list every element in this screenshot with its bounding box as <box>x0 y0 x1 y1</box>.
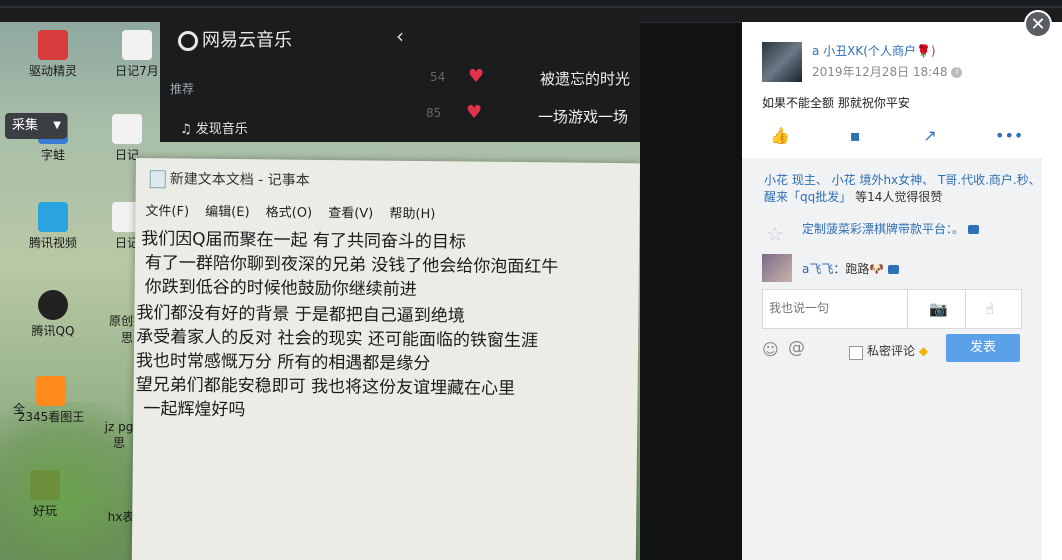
netease-music-icon <box>178 31 198 51</box>
notepad-menu-item: 帮助(H) <box>389 206 436 223</box>
private-checkbox[interactable] <box>849 346 863 360</box>
desktop-icon: 2345看图王 <box>6 376 96 425</box>
notepad-title-text: 新建文本文档 - 记事本 <box>169 171 310 189</box>
author-badge: 🌹) <box>915 44 936 58</box>
desktop-icon: 日记 <box>82 114 172 163</box>
app-icon <box>30 470 60 500</box>
desktop-icon-label: 好玩 <box>32 504 57 518</box>
document-icon <box>112 114 142 144</box>
top-bar-line <box>0 6 1062 8</box>
document-icon <box>122 30 152 60</box>
likes-suffix: 等14人觉得很赞 <box>855 190 943 204</box>
more-icon[interactable]: ••• <box>995 126 1023 146</box>
share-icon[interactable]: ↗ <box>920 126 940 146</box>
song-number: 85 <box>426 106 442 120</box>
notepad-window: 新建文本文档 - 记事本 文件(F) 编辑(E) 格式(O) 查看(V) 帮助(… <box>131 158 640 560</box>
photo-viewer: 驱动精灵 日记7月 字蛙 日记 腾讯视频 日记 腾讯QQ 原创抖思 全 2345… <box>0 22 640 560</box>
chat-icon <box>888 265 900 274</box>
qq-icon <box>38 290 68 320</box>
comment-icon[interactable]: ▪ <box>845 126 865 146</box>
comment-user[interactable]: a飞飞 <box>802 262 833 276</box>
notepad-menu-item: 文件(F) <box>145 204 190 220</box>
send-button[interactable]: 发表 <box>946 334 1020 362</box>
comment-input[interactable] <box>763 290 915 326</box>
avatar[interactable] <box>762 42 802 82</box>
music-menu-item: ♫ 发现音乐 <box>180 122 248 137</box>
at-icon[interactable]: @ <box>788 338 805 358</box>
post-panel: a 小丑XK(个人商户🌹) 2019年12月28日 18:48 i 如果不能全额 … <box>742 22 1062 560</box>
hand-icon[interactable]: ☝ <box>985 300 994 318</box>
chat-icon <box>968 225 980 234</box>
chevron-left-icon: ‹ <box>396 24 404 48</box>
camera-icon[interactable]: 📷 <box>929 300 948 318</box>
desktop-icon: 驱动精灵 <box>8 30 98 79</box>
image-viewer-icon <box>36 376 66 406</box>
notepad-menu-item: 查看(V) <box>328 206 374 222</box>
music-logo: 网易云音乐 <box>178 26 292 52</box>
desktop-icon-label: 思 <box>112 436 125 450</box>
comment-text: ：跑路🐶 <box>833 262 885 276</box>
music-app-window: 网易云音乐 ‹ 推荐 ♫ 发现音乐 54 ♥ 被遗忘的时光 85 ♥ 一场游戏一… <box>160 22 640 142</box>
app-icon <box>38 30 68 60</box>
desktop-icon-label: hx表 <box>107 510 135 524</box>
post-text: 如果不能全额 那就祝你平安 <box>762 96 910 110</box>
post-time-text: 2019年12月28日 18:48 <box>812 65 948 79</box>
notepad-title: 新建文本文档 - 记事本 <box>149 168 310 190</box>
heart-icon: ♥ <box>466 102 483 123</box>
comment-box: 📷 ☝ <box>762 289 1022 329</box>
music-logo-text: 网易云音乐 <box>202 30 292 51</box>
divider <box>907 290 908 328</box>
desktop-icon-label: 腾讯QQ <box>31 324 75 338</box>
notepad-menu: 文件(F) 编辑(E) 格式(O) 查看(V) 帮助(H) <box>145 200 447 222</box>
info-icon[interactable]: i <box>951 67 963 78</box>
collect-label: 采集 <box>12 118 39 133</box>
desktop-icon-label: 驱动精灵 <box>28 64 77 78</box>
private-label: 私密评论 ◆ <box>867 342 928 359</box>
music-section-label: 推荐 <box>170 82 195 96</box>
divider <box>965 290 966 328</box>
private-label-text: 私密评论 <box>867 344 916 358</box>
chevron-down-icon: ▼ <box>53 120 61 131</box>
comment-item: 定制菠菜彩漂棋牌带款平台：。 <box>802 220 980 237</box>
music-menu-label: 发现音乐 <box>195 122 248 137</box>
tencent-video-icon <box>38 202 68 232</box>
comment-avatar[interactable] <box>762 254 792 282</box>
author-name-text: a 小丑XK(个人商户 <box>812 44 916 58</box>
desktop-icon-label: jz pg <box>104 420 134 434</box>
comment-item: a飞飞：跑路🐶 <box>802 260 900 277</box>
diamond-icon: ◆ <box>918 344 929 358</box>
collect-button[interactable]: 采集 ▼ <box>5 113 67 139</box>
top-bar <box>0 0 1062 23</box>
desktop-icon-label: 腾讯视频 <box>28 236 77 250</box>
like-icon[interactable]: 👍 <box>770 126 790 146</box>
notepad-menu-item: 格式(O) <box>265 205 313 221</box>
star-icon: ☆ <box>766 222 784 246</box>
notepad-icon <box>149 170 166 189</box>
comment-text[interactable]: 定制菠菜彩漂棋牌带款平台：。 <box>802 222 964 236</box>
desktop-icon-label: 日记7月 <box>115 64 159 78</box>
action-bar: 👍 ▪ ↗ ••• <box>742 126 1042 152</box>
likes-list: 小花 现主、 小花 境外hx女神、 T哥.代收.商户.秒、 醒来「qq批发」 等… <box>764 172 1042 206</box>
desktop-icon-label: 思 <box>120 331 133 345</box>
post-time: 2019年12月28日 18:48 i <box>812 63 963 80</box>
desktop-icon-label: 字蛙 <box>40 148 65 162</box>
notepad-line: 你跌到低谷的时候他鼓励你继续前进 <box>144 277 417 300</box>
song-title: 一场游戏一场 <box>538 108 629 126</box>
notepad-line: 一起辉煌好吗 <box>143 399 246 421</box>
emoji-icon[interactable]: ☺ <box>762 340 779 359</box>
song-title: 被遗忘的时光 <box>540 70 631 88</box>
close-icon[interactable]: ✕ <box>1024 10 1052 38</box>
notepad-menu-item: 编辑(E) <box>205 204 250 221</box>
author-name[interactable]: a 小丑XK(个人商户🌹) <box>812 42 936 59</box>
song-number: 54 <box>430 70 446 84</box>
heart-icon: ♥ <box>468 66 485 87</box>
